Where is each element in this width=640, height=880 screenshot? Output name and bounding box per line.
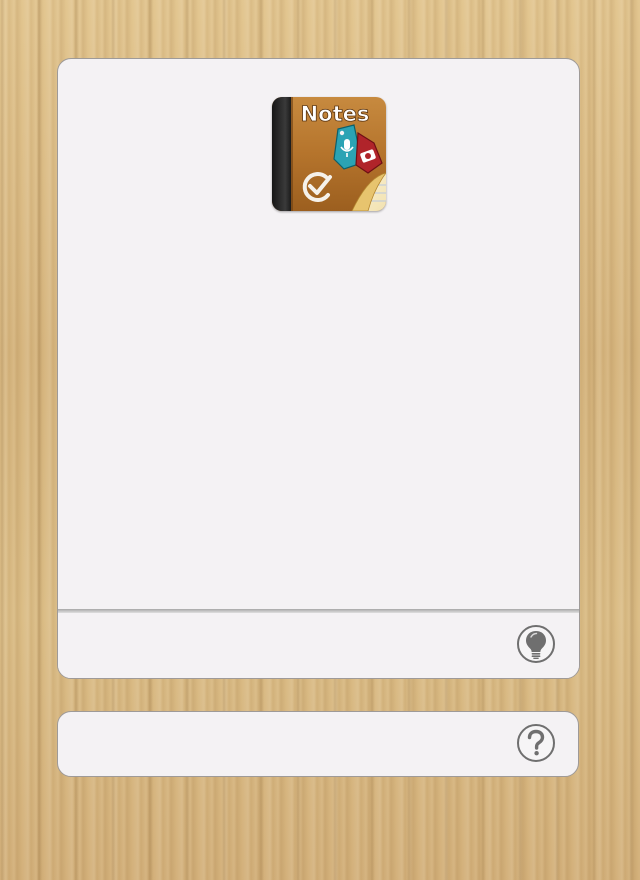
help-panel bbox=[57, 711, 579, 777]
notes-app-icon-graphic: Notes bbox=[272, 97, 386, 211]
question-mark-icon bbox=[527, 729, 545, 756]
notes-app-icon: Notes bbox=[272, 97, 386, 211]
app-icon-title: Notes bbox=[301, 102, 370, 126]
panel-footer bbox=[58, 613, 579, 678]
lightbulb-icon bbox=[526, 631, 546, 659]
help-button[interactable] bbox=[517, 724, 555, 762]
main-panel: Notes bbox=[57, 58, 580, 679]
tip-button[interactable] bbox=[517, 625, 555, 663]
